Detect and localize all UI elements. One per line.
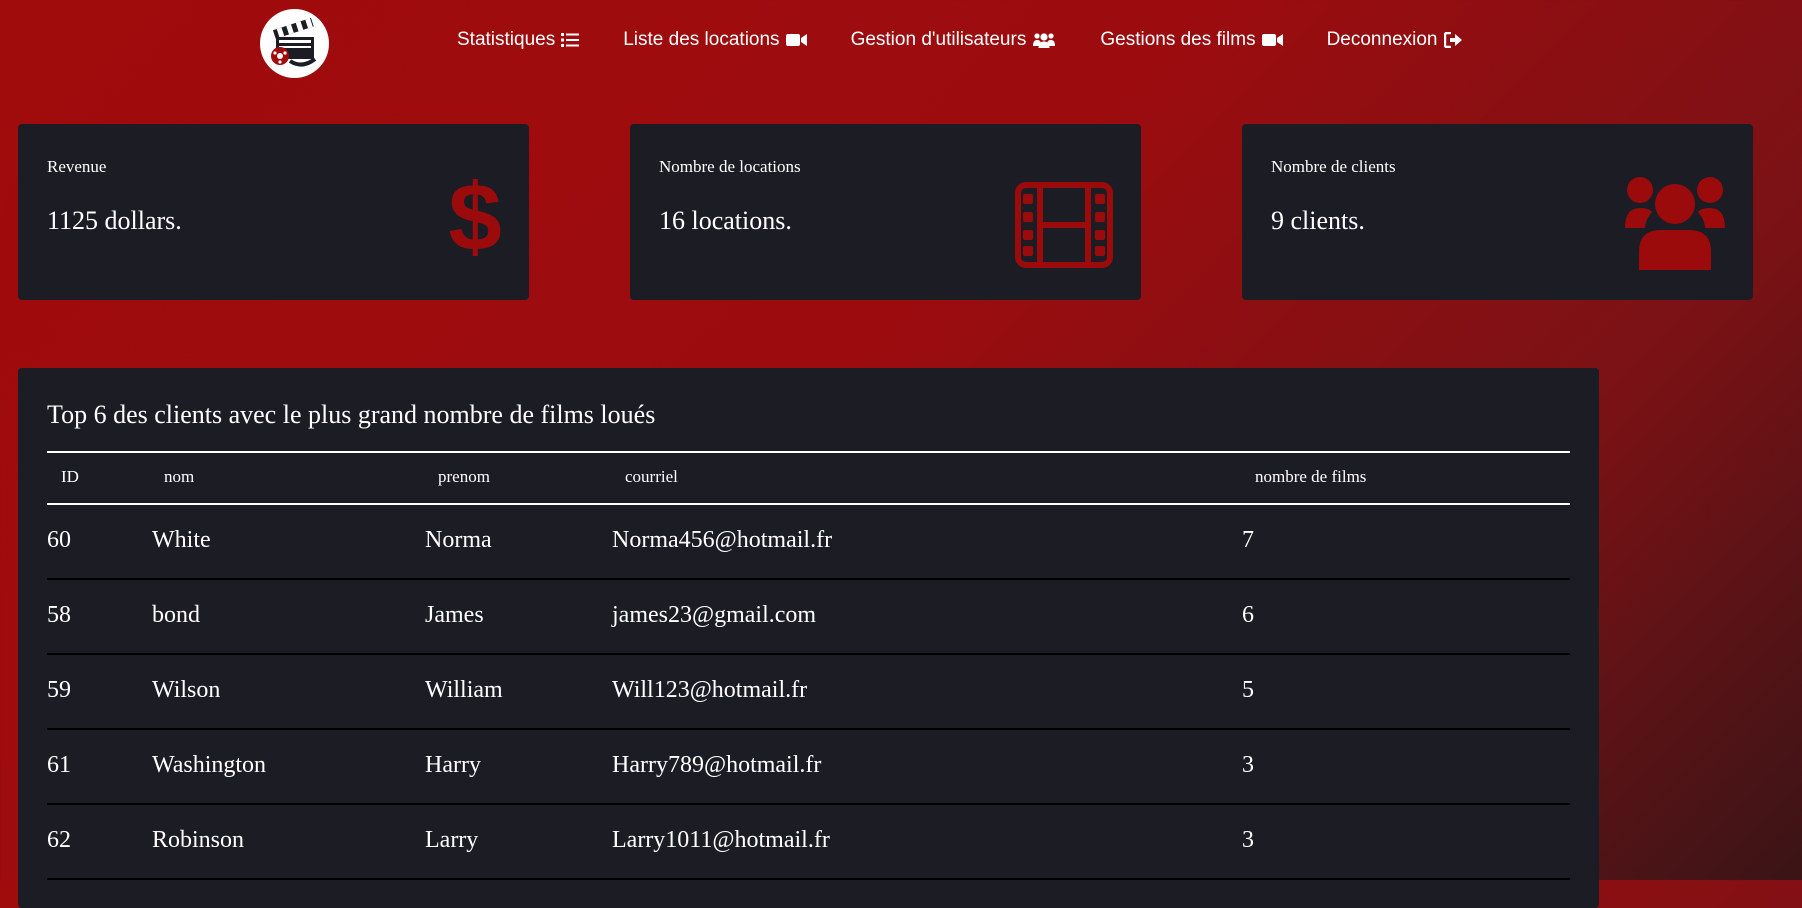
cell-nom: Robinson [152,827,245,853]
video-camera-icon [1261,33,1283,47]
column-header-nombre-films: nombre de films [1255,467,1367,486]
cell-prenom: William [425,677,503,703]
cell-id: 62 [47,827,71,853]
table-row: 60 White Norma Norma456@hotmail.fr 7 [47,505,1570,580]
cell-courriel: james23@gmail.com [612,602,817,628]
video-camera-icon [785,33,807,47]
users-icon [1032,32,1056,48]
cell-courriel: Norma456@hotmail.fr [612,527,833,553]
stat-card-clients: Nombre de clients 9 clients. [1242,124,1753,300]
cell-nombre-films: 3 [1242,752,1254,778]
stat-value: 9 clients. [1271,206,1365,235]
nav-item-label: Statistiques [457,29,556,50]
sign-out-icon [1443,32,1463,48]
cell-id: 58 [47,602,71,628]
cell-id: 61 [47,752,71,778]
film-clapper-logo-icon [271,17,317,67]
cell-nom: White [152,527,211,553]
cell-courriel: Harry789@hotmail.fr [612,752,822,778]
table-row: 62 Robinson Larry Larry1011@hotmail.fr 3 [47,805,1570,880]
stat-card-revenue: Revenue 1125 dollars. $ [18,124,529,300]
cell-id: 60 [47,527,71,553]
cell-prenom: James [425,602,484,628]
cell-nombre-films: 7 [1242,527,1254,553]
cell-id: 59 [47,677,71,703]
dollar-icon: $ [448,164,501,271]
cell-nombre-films: 6 [1242,602,1254,628]
stat-label: Revenue [47,157,107,176]
stat-label: Nombre de clients [1271,157,1396,176]
top-clients-table: ID nom prenom courriel nombre de films 6… [47,451,1570,880]
users-icon [1625,176,1725,275]
cell-prenom: Larry [425,827,479,853]
svg-text:$: $ [449,172,501,256]
panel-title: Top 6 des clients avec le plus grand nom… [47,400,656,429]
nav-item-label: Gestions des films [1100,29,1256,50]
top-clients-panel: Top 6 des clients avec le plus grand nom… [18,368,1599,908]
nav-item-liste-locations[interactable]: Liste des locations [623,29,807,51]
nav-item-label: Liste des locations [623,29,780,50]
cell-nombre-films: 3 [1242,827,1254,853]
stat-value: 16 locations. [659,206,792,235]
list-icon [561,32,580,48]
stat-label: Nombre de locations [659,157,801,176]
stat-card-locations: Nombre de locations 16 locations. [630,124,1141,300]
column-header-nom: nom [164,467,195,486]
table-row: 59 Wilson William Will123@hotmail.fr 5 [47,655,1570,730]
cell-courriel: Will123@hotmail.fr [612,677,808,703]
nav-item-gestion-utilisateurs[interactable]: Gestion d'utilisateurs [851,29,1057,51]
nav-item-deconnexion[interactable]: Deconnexion [1327,29,1463,51]
nav-item-label: Gestion d'utilisateurs [850,29,1027,50]
cell-courriel: Larry1011@hotmail.fr [612,827,830,853]
logo[interactable] [260,9,329,78]
cell-nom: bond [152,602,200,628]
table-header: ID nom prenom courriel nombre de films [47,451,1570,505]
nav-item-statistiques[interactable]: Statistiques [457,29,580,51]
column-header-id: ID [61,467,79,486]
cell-nom: Wilson [152,677,221,703]
table-row: 61 Washington Harry Harry789@hotmail.fr … [47,730,1570,805]
column-header-courriel: courriel [625,467,678,486]
film-icon [1015,182,1113,273]
nav-item-gestion-films[interactable]: Gestions des films [1100,29,1283,51]
nav-links: Statistiques Liste des locations Gestion… [457,29,1507,51]
nav-item-label: Deconnexion [1326,29,1438,50]
cell-prenom: Harry [425,752,481,778]
navbar: Statistiques Liste des locations Gestion… [0,0,1802,86]
cell-nom: Washington [152,752,267,778]
table-row: 58 bond James james23@gmail.com 6 [47,580,1570,655]
column-header-prenom: prenom [438,467,490,486]
cell-prenom: Norma [425,527,492,553]
stat-value: 1125 dollars. [47,206,182,235]
cell-nombre-films: 5 [1242,677,1254,703]
